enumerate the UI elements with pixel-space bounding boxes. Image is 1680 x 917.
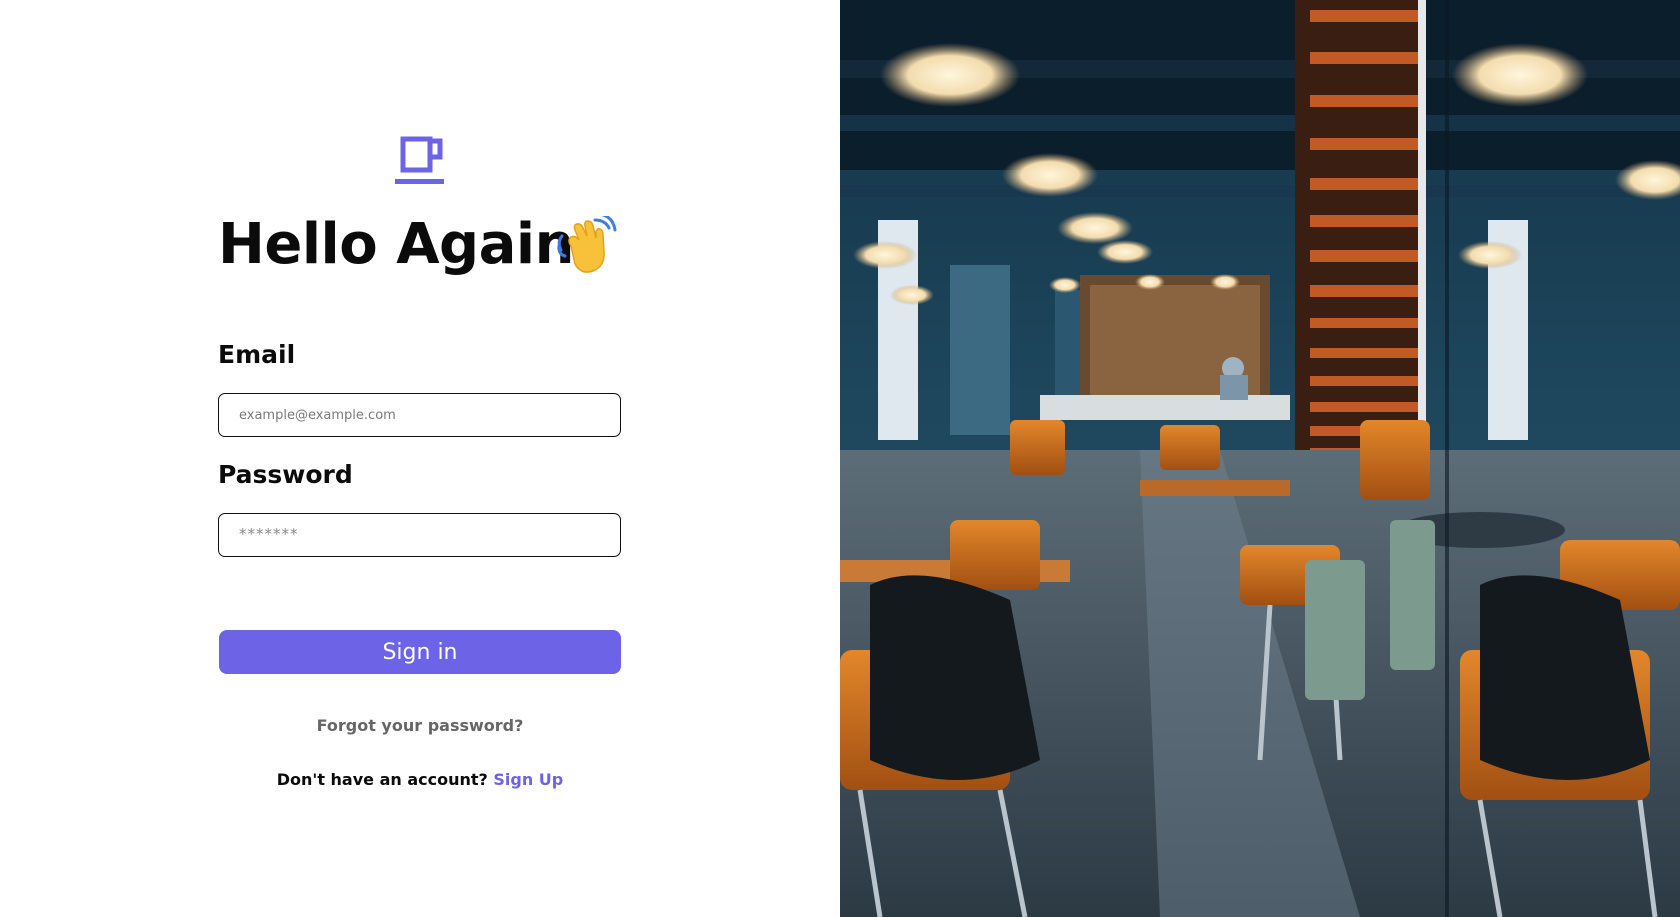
email-label: Email [218,340,296,369]
login-panel: Hello Again Email Password Sign in Forgo… [0,0,840,917]
forgot-password-link[interactable]: Forgot your password? [220,714,620,738]
email-input[interactable] [218,393,621,437]
sign-up-link[interactable]: Sign Up [493,770,563,789]
cafe-interior-photo [840,0,1680,917]
sign-in-button[interactable]: Sign in [219,630,621,674]
signup-prompt: Don't have an account? Sign Up [220,768,620,792]
page-title: Hello Again [218,212,574,277]
password-input[interactable] [218,513,621,557]
password-label: Password [218,460,353,489]
no-account-text: Don't have an account? [276,770,488,789]
coffee-cup-icon [395,136,444,184]
waving-hand-icon [557,216,617,273]
hero-illustration [840,0,1680,917]
